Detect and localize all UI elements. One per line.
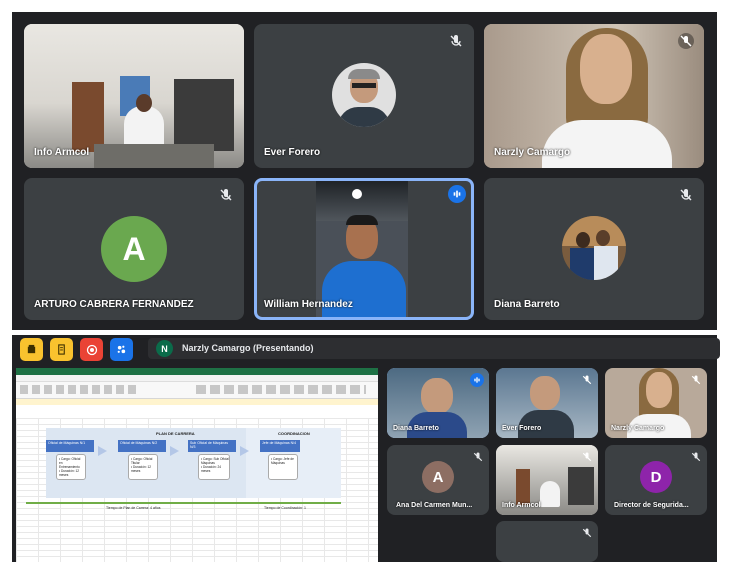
career-box-body: • Cargo: Jefe de Máquinas	[268, 454, 298, 480]
participant-name: Info Armcol	[502, 502, 541, 509]
speaking-indicator-icon	[470, 373, 484, 387]
participant-tile[interactable]: Ever Forero	[496, 368, 598, 438]
mic-off-icon	[678, 33, 694, 49]
participant-name: Ever Forero	[502, 425, 542, 432]
presenter-banner[interactable]: N Narzly Camargo (Presentando)	[148, 338, 720, 359]
participant-tile[interactable]: Narzly Camargo	[484, 24, 704, 168]
excel-ribbon	[16, 382, 378, 399]
participant-tile[interactable]: Narzly Camargo	[605, 368, 707, 438]
avatar: A	[422, 461, 454, 493]
participant-tile[interactable]: D Director de Segurida...	[605, 445, 707, 515]
participant-name: Info Armcol	[34, 147, 90, 158]
career-box-title: Oficial de Máquinas N/1	[46, 440, 94, 452]
mic-off-icon	[581, 526, 593, 538]
mic-off-icon	[472, 450, 484, 462]
mic-off-icon	[581, 373, 593, 385]
footer-right: Tiempo de Coordinación: 1	[264, 506, 306, 510]
mic-off-icon	[690, 450, 702, 462]
participant-name: Ever Forero	[264, 147, 321, 158]
career-box-body: • Cargo: Oficial Titular • Duración: 12 …	[128, 454, 158, 480]
sheet-grid: PLAN DE CARRERA COORDINACION Oficial de …	[16, 418, 378, 562]
participant-tile[interactable]: A ARTURO CABRERA FERNANDEZ	[24, 178, 244, 320]
career-box-body: • Cargo: Sub Oficial Máquinas • Duración…	[198, 454, 230, 480]
person-shirt	[542, 120, 672, 168]
top-meeting-grid: Info Armcol Ever Forero Narzly Camargo A…	[12, 12, 717, 330]
career-box-body: • Cargo: Oficial en Entrenamiento • Dura…	[56, 454, 86, 480]
avatar	[562, 216, 626, 280]
timeline-bar	[26, 502, 341, 504]
shared-screen-spreadsheet[interactable]: PLAN DE CARRERA COORDINACION Oficial de …	[16, 368, 378, 562]
excel-alert-bar	[16, 399, 378, 405]
participant-name: ARTURO CABRERA FERNANDEZ	[34, 299, 194, 310]
mic-off-icon	[218, 187, 234, 203]
participant-name: Narzly Camargo	[494, 147, 571, 158]
participant-name: Diana Barreto	[393, 425, 439, 432]
effects-icon[interactable]	[110, 338, 133, 361]
avatar: D	[640, 461, 672, 493]
presenter-label: Narzly Camargo (Presentando)	[182, 343, 314, 353]
notes-icon[interactable]	[50, 338, 73, 361]
participant-name: Narzly Camargo	[611, 425, 665, 432]
record-icon[interactable]	[80, 338, 103, 361]
coordination-label: COORDINACION	[278, 431, 310, 436]
meeting-toolbar: N Narzly Camargo (Presentando)	[12, 335, 720, 362]
hand-icon[interactable]	[20, 338, 43, 361]
career-box-title: Jefe de Máquinas N/4	[260, 440, 300, 452]
speaking-indicator-icon	[448, 185, 466, 203]
presenter-avatar: N	[156, 340, 173, 357]
participant-tile[interactable]: William Hernandez	[254, 178, 474, 320]
arrow-icon	[170, 446, 179, 456]
participant-name: Diana Barreto	[494, 299, 560, 310]
footer-left: Tiempo de Plan de Carrera: 4 años	[106, 506, 161, 510]
participant-tile[interactable]: Diana Barreto	[387, 368, 489, 438]
excel-title-bar	[16, 368, 378, 375]
mic-off-icon	[581, 450, 593, 462]
participant-tile[interactable]: Info Armcol	[24, 24, 244, 168]
desk	[94, 144, 214, 168]
mic-off-icon	[690, 373, 702, 385]
arrow-icon	[240, 446, 249, 456]
mic-off-icon	[678, 187, 694, 203]
mic-off-icon	[448, 33, 464, 49]
participant-name: Director de Segurida...	[614, 502, 689, 509]
avatar: A	[101, 216, 167, 282]
career-box-title: Oficial de Máquinas N/2	[118, 440, 166, 452]
arrow-icon	[98, 446, 107, 456]
excel-menu-bar	[16, 375, 378, 382]
participant-tile[interactable]: Ever Forero	[254, 24, 474, 168]
participant-tile[interactable]: Info Armcol	[496, 445, 598, 515]
participant-tile[interactable]	[496, 521, 598, 562]
wall-window	[174, 79, 234, 151]
plan-label: PLAN DE CARRERA	[156, 431, 195, 436]
person-head	[136, 94, 152, 112]
avatar	[332, 63, 396, 127]
career-box-title: Sub Oficial de Máquinas N/3	[188, 440, 236, 452]
participant-tile[interactable]: Diana Barreto	[484, 178, 704, 320]
person-face	[580, 34, 632, 104]
video-feed	[316, 181, 408, 317]
wall-door	[72, 82, 104, 152]
participant-tile[interactable]: A Ana Del Carmen Mun...	[387, 445, 489, 515]
participant-name: Ana Del Carmen Mun...	[396, 502, 473, 509]
participant-name: William Hernandez	[264, 299, 353, 310]
